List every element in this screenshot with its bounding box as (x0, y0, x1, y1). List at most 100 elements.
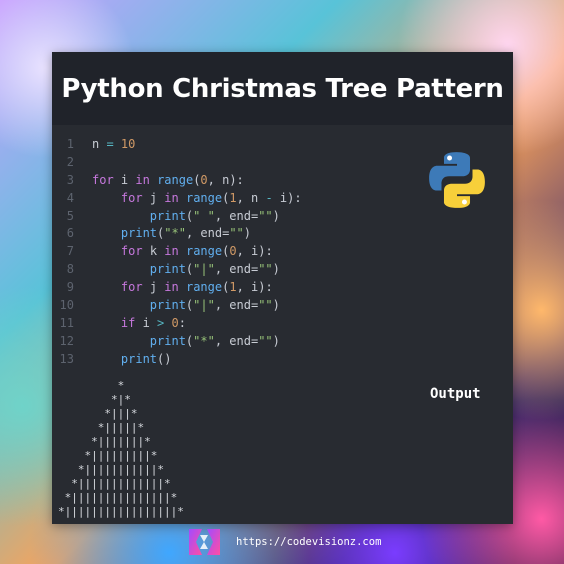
code-token: "" (258, 333, 273, 348)
python-logo-icon (429, 152, 485, 208)
code-token: if (120, 315, 136, 330)
code-token: k (142, 244, 165, 259)
line-number: 7 (66, 244, 74, 259)
code-line: 7 for k in range(0, i): (52, 243, 513, 261)
code-token: j (142, 190, 165, 205)
code-token: print (149, 333, 186, 348)
code-token: range (185, 280, 223, 295)
line-code: n = 10 (92, 136, 135, 154)
code-token: " " (193, 208, 215, 223)
line-code: if i > 0: (92, 315, 186, 333)
code-token: ) (272, 208, 280, 223)
output-line: *|||||||||* (58, 449, 158, 462)
output-line: * (58, 379, 125, 392)
line-number: 1 (66, 137, 74, 151)
output-line: *|||||||||||* (58, 463, 164, 476)
line-code: print("|", end="") (92, 261, 280, 279)
code-token: for (92, 172, 114, 187)
line-number: 3 (66, 172, 74, 187)
line-code: print("|", end="") (92, 297, 280, 315)
code-token: ) (272, 262, 280, 277)
line-number: 13 (59, 351, 74, 366)
line-number: 12 (59, 333, 74, 348)
code-token: 0 (229, 244, 237, 259)
line-code: for i in range(0, n): (92, 172, 244, 190)
code-token: , end= (214, 208, 259, 223)
code-token: 0 (200, 172, 208, 187)
code-token: ) (272, 333, 280, 348)
code-token: print (120, 226, 158, 241)
code-token: : (178, 315, 186, 330)
code-token: print (120, 351, 158, 366)
code-token: , end= (185, 226, 230, 241)
code-line: 8 print("|", end="") (52, 261, 513, 279)
code-token: i (135, 315, 158, 330)
code-token: range (185, 190, 223, 205)
code-token: for (120, 280, 143, 295)
code-line: 9 for j in range(1, i): (52, 279, 513, 297)
output-line: *|||||||||||||||* (58, 491, 178, 504)
code-token: "" (258, 208, 273, 223)
output-line: *|||||* (58, 421, 145, 434)
output-label: Output (430, 386, 481, 402)
line-code: for j in range(1, i): (92, 279, 273, 297)
code-token: , end= (214, 262, 259, 277)
code-token: () (157, 351, 172, 366)
code-token: , n): (207, 172, 244, 187)
line-number: 5 (66, 208, 74, 223)
code-token: print (149, 262, 186, 277)
line-number: 11 (59, 315, 74, 330)
code-token: 1 (229, 190, 237, 205)
code-token: , end= (214, 333, 259, 348)
code-token: "|" (193, 262, 215, 277)
code-token: 0 (171, 315, 179, 330)
line-number: 10 (59, 298, 74, 313)
code-token: print (149, 208, 186, 223)
code-line: 11 if i > 0: (52, 315, 513, 333)
line-code: print(" ", end="") (92, 208, 280, 226)
line-number: 2 (66, 154, 74, 169)
code-token: in (164, 190, 179, 205)
code-line: 10 print("|", end="") (52, 297, 513, 315)
code-card: Python Christmas Tree Pattern 1 n = 10 2 3 f… (52, 52, 513, 524)
line-number: 4 (66, 190, 74, 205)
code-line: 13 print() (52, 351, 513, 369)
title-bar: Python Christmas Tree Pattern (52, 52, 513, 125)
output-line: *|||||||||||||||||* (58, 505, 184, 518)
code-token: j (142, 280, 165, 295)
code-token: "|" (193, 298, 215, 313)
code-token: ) (243, 226, 251, 241)
line-code: print() (92, 351, 172, 369)
output-line: *|* (58, 393, 131, 406)
output-line: *|||||||||||||* (58, 477, 171, 490)
page-title: Python Christmas Tree Pattern (61, 73, 504, 104)
code-token: , end= (214, 298, 259, 313)
code-token: range (185, 244, 223, 259)
code-token: in (164, 280, 179, 295)
output-tree: * *|* *|||* *|||||* *|||||||* *|||||||||… (58, 379, 184, 519)
code-token: "" (258, 298, 273, 313)
line-code: print("*", end="") (92, 333, 280, 351)
code-token: in (164, 244, 179, 259)
code-token: n (92, 137, 107, 151)
footer-url[interactable]: https://codevisionz.com (236, 536, 381, 548)
code-token: , i): (236, 280, 273, 295)
code-token: i (113, 172, 136, 187)
code-token: "*" (193, 333, 215, 348)
code-token: 10 (120, 137, 136, 151)
code-token: "*" (164, 226, 186, 241)
code-token: ) (272, 298, 280, 313)
